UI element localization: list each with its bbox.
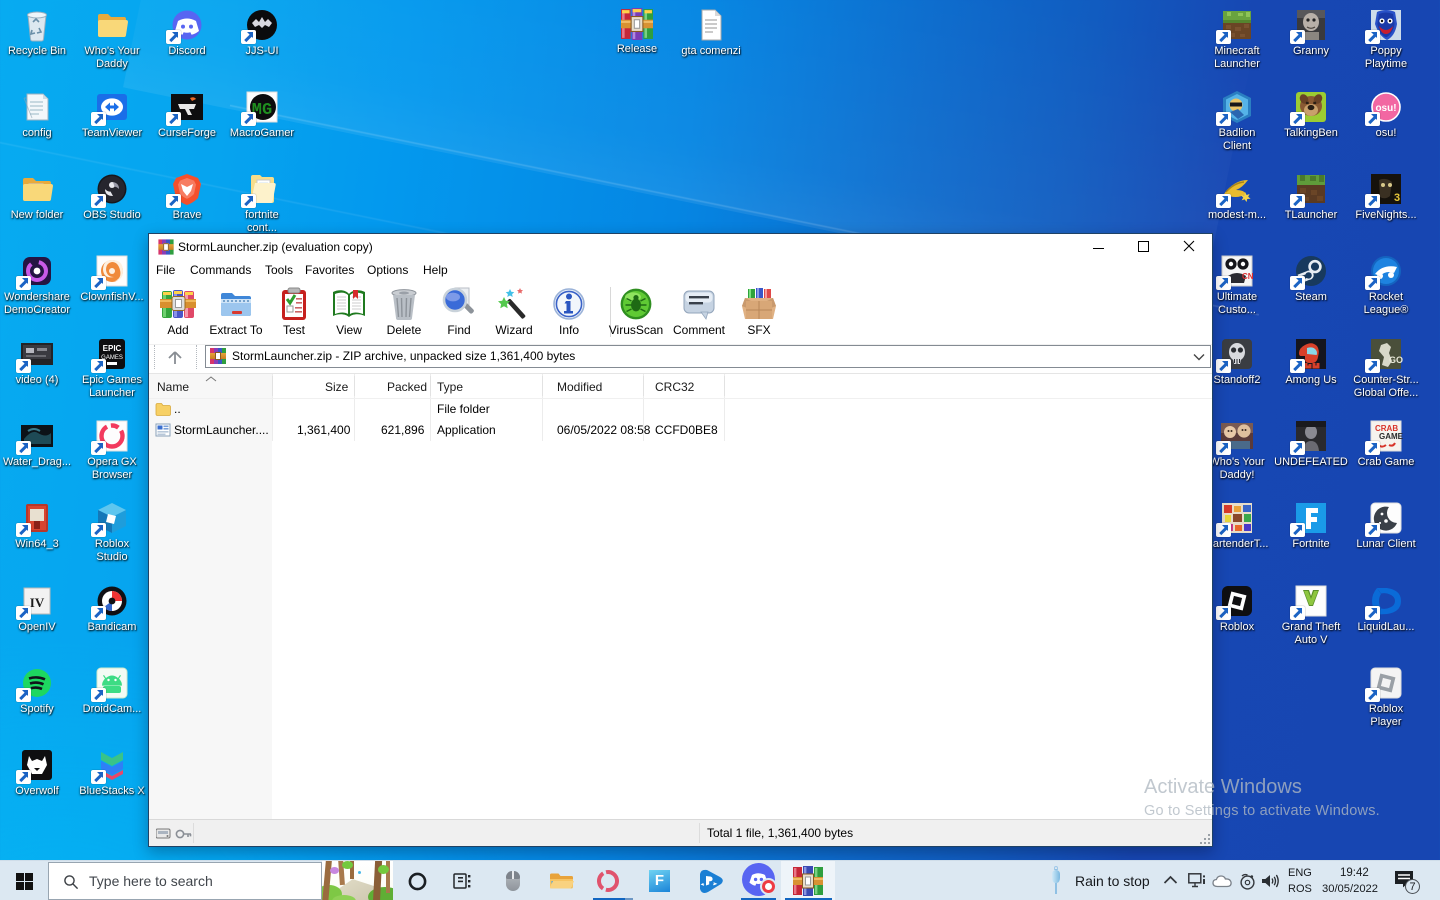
svg-text:3: 3 — [1394, 192, 1400, 204]
svg-text:CN: CN — [1242, 272, 1254, 281]
svg-text:IV: IV — [30, 595, 45, 610]
svg-text:GAME: GAME — [1379, 432, 1403, 441]
svg-text:EPIC: EPIC — [103, 344, 122, 353]
svg-text:GO: GO — [1389, 355, 1403, 365]
